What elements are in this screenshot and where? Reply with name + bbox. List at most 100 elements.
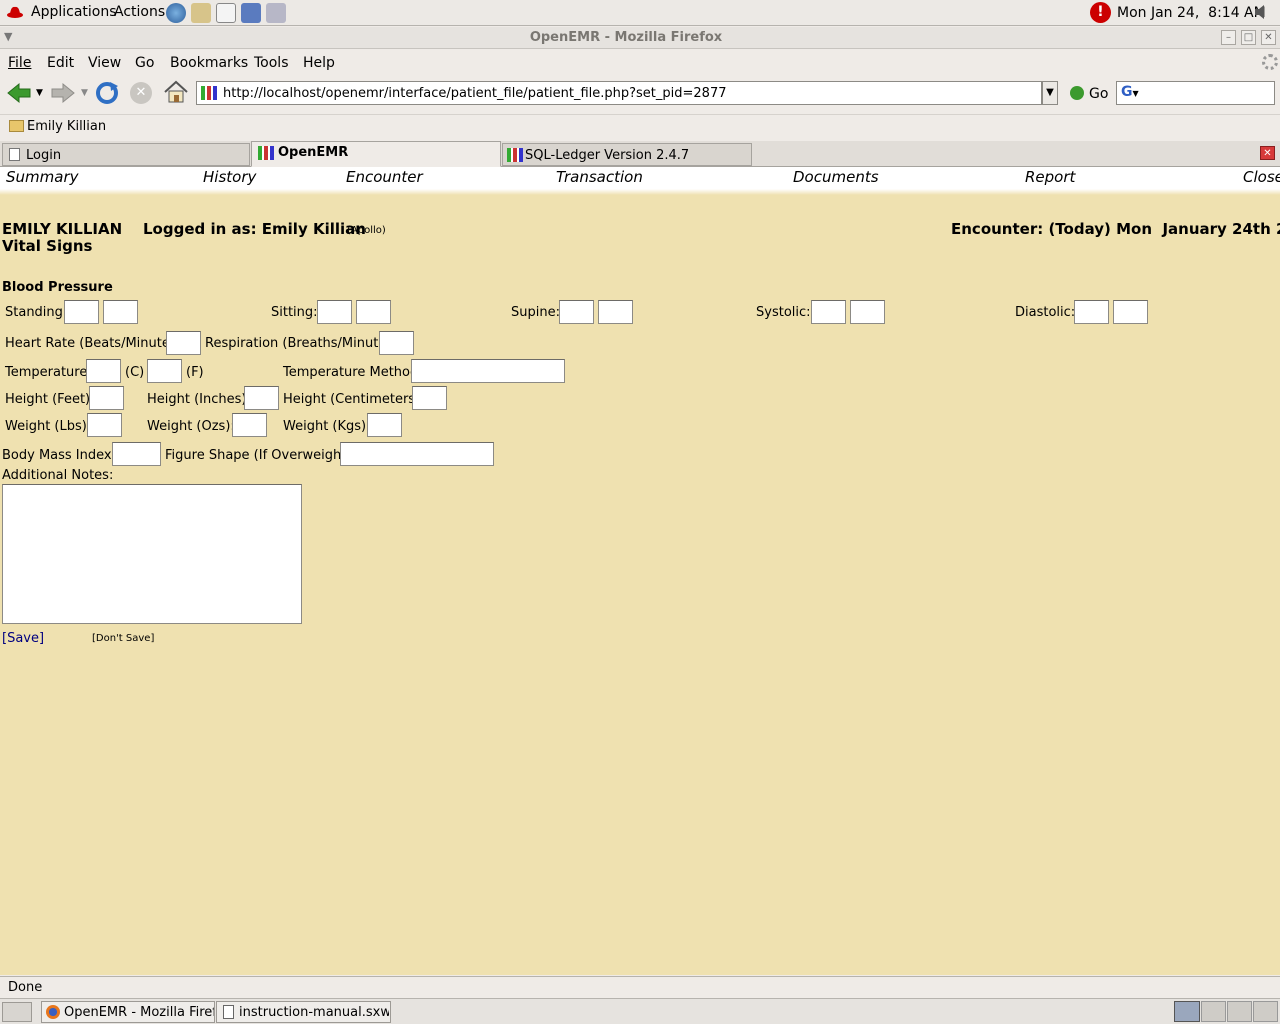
back-history-icon[interactable]: ▼ — [36, 88, 43, 98]
back-icon[interactable] — [6, 82, 32, 104]
actions-menu[interactable]: Actions — [114, 4, 165, 20]
chart-favicon-icon — [258, 146, 274, 160]
forward-icon[interactable] — [50, 82, 76, 104]
nav-transaction[interactable]: Transaction — [556, 168, 643, 186]
search-field[interactable]: G▼ — [1116, 81, 1275, 105]
weight-ozs-input[interactable] — [232, 413, 267, 437]
status-text: Done — [8, 980, 43, 995]
figure-shape-input[interactable] — [340, 442, 494, 466]
document-icon — [223, 1005, 234, 1019]
notes-label: Additional Notes: — [2, 468, 114, 483]
bmi-input[interactable] — [112, 442, 161, 466]
heart-rate-input[interactable] — [166, 331, 201, 355]
nav-report[interactable]: Report — [1025, 168, 1075, 186]
print-launcher-icon[interactable] — [266, 3, 286, 23]
sitting-label: Sitting: — [271, 305, 318, 320]
menu-file[interactable]: File — [8, 55, 31, 71]
task-label: OpenEMR - Mozilla Firefc — [64, 1005, 214, 1020]
sitting-systolic-input[interactable] — [317, 300, 352, 324]
systolic-input-2[interactable] — [850, 300, 885, 324]
height-cm-label: Height (Centimeters): — [283, 392, 425, 407]
height-inches-label: Height (Inches): — [147, 392, 251, 407]
bookmark-folder-icon — [9, 120, 24, 132]
menu-view[interactable]: View — [88, 55, 121, 71]
patient-name: EMILY KILLIAN — [2, 220, 123, 238]
sitting-diastolic-input[interactable] — [356, 300, 391, 324]
throbber-icon — [1262, 54, 1278, 70]
tab-label: Login — [26, 148, 62, 163]
nav-history[interactable]: History — [203, 168, 256, 186]
globe-launcher-icon[interactable] — [166, 3, 186, 23]
menu-help[interactable]: Help — [303, 55, 335, 71]
diastolic-input-2[interactable] — [1113, 300, 1148, 324]
window-titlebar[interactable]: ▼ OpenEMR - Mozilla Firefox – □ ✕ — [0, 27, 1280, 49]
tab-openemr[interactable]: OpenEMR — [251, 141, 501, 167]
applications-menu[interactable]: Applications — [31, 4, 117, 20]
impress-launcher-icon[interactable] — [241, 3, 261, 23]
workspace-2[interactable] — [1201, 1001, 1226, 1022]
url-text: http://localhost/openemr/interface/patie… — [223, 86, 727, 101]
diastolic-input-1[interactable] — [1074, 300, 1109, 324]
menu-bookmarks[interactable]: Bookmarks — [170, 55, 248, 71]
bp-heading: Blood Pressure — [2, 280, 113, 295]
minimize-icon[interactable]: – — [1221, 30, 1236, 45]
mail-launcher-icon[interactable] — [191, 3, 211, 23]
tab-login[interactable]: Login — [2, 143, 250, 166]
volume-icon[interactable] — [1253, 4, 1267, 20]
maximize-icon[interactable]: □ — [1241, 30, 1256, 45]
height-cm-input[interactable] — [412, 386, 447, 410]
workspace-1[interactable] — [1174, 1001, 1200, 1022]
url-history-dropdown[interactable]: ▼ — [1042, 81, 1058, 105]
temperature-c-input[interactable] — [86, 359, 121, 383]
reload-icon[interactable] — [94, 81, 120, 105]
google-search-icon[interactable]: G▼ — [1121, 84, 1139, 100]
workspace-3[interactable] — [1227, 1001, 1252, 1022]
workspace-4[interactable] — [1253, 1001, 1278, 1022]
menu-tools[interactable]: Tools — [254, 55, 289, 71]
weight-kgs-input[interactable] — [367, 413, 402, 437]
weight-lbs-input[interactable] — [87, 413, 122, 437]
supine-systolic-input[interactable] — [559, 300, 594, 324]
temperature-method-label: Temperature Method: — [283, 365, 423, 380]
taskbar-firefox[interactable]: OpenEMR - Mozilla Firefc — [41, 1001, 215, 1023]
tab-sql-ledger[interactable]: SQL-Ledger Version 2.4.7 — [502, 143, 752, 166]
standing-systolic-input[interactable] — [64, 300, 99, 324]
redhat-icon[interactable] — [6, 4, 24, 20]
systolic-input-1[interactable] — [811, 300, 846, 324]
show-desktop-icon[interactable] — [2, 1002, 32, 1022]
bookmark-emily-killian[interactable]: Emily Killian — [27, 119, 106, 134]
url-field[interactable]: http://localhost/openemr/interface/patie… — [196, 81, 1042, 105]
close-tab-icon[interactable]: ✕ — [1260, 146, 1275, 160]
supine-diastolic-input[interactable] — [598, 300, 633, 324]
forward-history-icon[interactable]: ▼ — [81, 88, 88, 98]
notes-textarea[interactable] — [2, 484, 302, 624]
celsius-unit: (C) — [125, 365, 145, 380]
weight-ozs-label: Weight (Ozs): — [147, 419, 235, 434]
dont-save-link[interactable]: [Don't Save] — [92, 633, 154, 644]
height-feet-input[interactable] — [89, 386, 124, 410]
stop-icon[interactable]: ✕ — [130, 82, 152, 104]
save-link[interactable]: [Save] — [2, 631, 44, 646]
home-icon[interactable] — [163, 80, 189, 104]
respiration-input[interactable] — [379, 331, 414, 355]
standing-diastolic-input[interactable] — [103, 300, 138, 324]
taskbar-writer[interactable]: instruction-manual.sxw - C — [216, 1001, 391, 1023]
temperature-f-input[interactable] — [147, 359, 182, 383]
nav-documents[interactable]: Documents — [793, 168, 879, 186]
temperature-method-input[interactable] — [411, 359, 565, 383]
nav-close[interactable]: Close — [1243, 168, 1280, 186]
height-inches-input[interactable] — [244, 386, 279, 410]
go-button[interactable]: Go — [1089, 86, 1108, 102]
alert-icon[interactable]: ! — [1090, 2, 1111, 23]
writer-launcher-icon[interactable] — [216, 3, 236, 23]
clock[interactable]: Mon Jan 24, 8:14 AM — [1117, 5, 1266, 21]
nav-summary[interactable]: Summary — [6, 168, 79, 186]
standing-label: Standing: — [5, 305, 68, 320]
menu-edit[interactable]: Edit — [47, 55, 74, 71]
menu-go[interactable]: Go — [135, 55, 154, 71]
close-icon[interactable]: ✕ — [1261, 30, 1276, 45]
bmi-label: Body Mass Index: — [2, 448, 116, 463]
nav-encounter[interactable]: Encounter — [346, 168, 423, 186]
chart-favicon-icon — [507, 148, 523, 162]
go-icon[interactable] — [1070, 86, 1084, 100]
